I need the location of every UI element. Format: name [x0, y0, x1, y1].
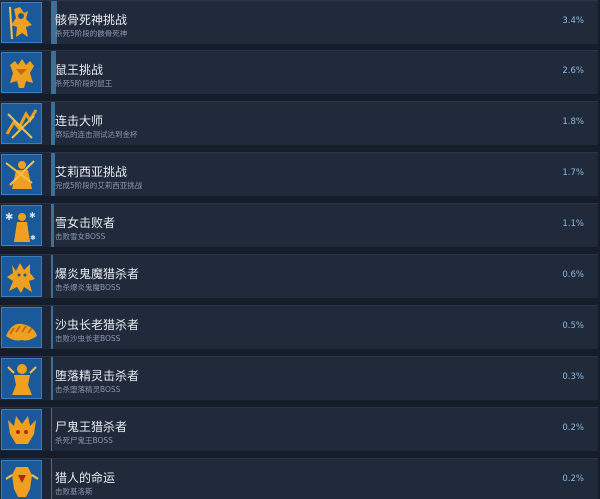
achievement-title: 艾莉西亚挑战 [55, 165, 128, 179]
progress-fill [51, 357, 53, 400]
achievement-row[interactable]: 堕落精灵击杀者 击杀堕落精灵BOSS 0.3% [0, 356, 598, 400]
alicia-icon [1, 154, 42, 195]
achievement-percent: 0.6% [562, 270, 584, 280]
achievement-row[interactable]: 连击大师 祭坛的连击测试达到金杯 1.8% [0, 101, 598, 145]
achievement-list: 骸骨死神挑战 杀死5阶段的骸骨死神 3.4% 鼠王挑战 杀死5阶段的鼠王 2.6… [0, 0, 600, 499]
achievement-row[interactable]: ✱ ✱ ✱ 雪女击败者 击败雪女BOSS 1.1% [0, 203, 598, 247]
progress-fill [51, 255, 53, 298]
progress-fill [51, 204, 54, 247]
achievement-description: 完成5阶段的艾莉西亚挑战 [55, 181, 143, 190]
achievement-percent: 2.6% [562, 66, 584, 76]
achievement-description: 杀死尸鬼王BOSS [55, 436, 113, 445]
achievement-percent: 1.8% [562, 117, 584, 127]
progress-fill [51, 408, 52, 451]
achievement-description: 祭坛的连击测试达到金杯 [55, 130, 138, 139]
progress-bar [51, 459, 597, 499]
achievement-percent: 3.4% [562, 16, 584, 26]
flame-demon-icon [1, 256, 42, 297]
progress-bar [51, 51, 597, 94]
achievement-percent: 1.1% [562, 219, 584, 229]
achievement-title: 雪女击败者 [55, 216, 116, 230]
achievement-row[interactable]: 猎人的命运 击败基洛斯 0.2% [0, 458, 598, 499]
achievement-description: 杀死5阶段的骸骨死神 [55, 29, 128, 38]
progress-bar [51, 204, 597, 247]
achievement-title: 骸骨死神挑战 [55, 13, 128, 27]
svg-text:✱: ✱ [29, 211, 36, 220]
achievement-title: 堕落精灵击杀者 [55, 369, 140, 383]
achievement-description: 击杀爆炎鬼魔BOSS [55, 283, 121, 292]
rat-king-icon [1, 52, 42, 93]
snow-maiden-icon: ✱ ✱ ✱ [1, 205, 42, 246]
sandworm-icon [1, 307, 42, 348]
achievement-title: 猎人的命运 [55, 471, 116, 485]
svg-text:✱: ✱ [5, 212, 13, 223]
svg-text:✱: ✱ [30, 234, 36, 242]
achievement-title: 尸鬼王猎杀者 [55, 420, 128, 434]
ghoul-king-icon [1, 409, 42, 450]
achievement-title: 沙虫长老猎杀者 [55, 318, 140, 332]
achievement-row[interactable]: 尸鬼王猎杀者 杀死尸鬼王BOSS 0.2% [0, 407, 598, 451]
achievement-title: 鼠王挑战 [55, 63, 104, 77]
achievement-description: 击杀堕落精灵BOSS [55, 385, 121, 394]
achievement-row[interactable]: 鼠王挑战 杀死5阶段的鼠王 2.6% [0, 50, 598, 94]
achievement-description: 杀死5阶段的鼠王 [55, 79, 113, 88]
progress-bar [51, 1, 597, 44]
skeleton-reaper-icon [1, 2, 42, 43]
achievement-row[interactable]: 爆炎鬼魔猎杀者 击杀爆炎鬼魔BOSS 0.6% [0, 254, 598, 298]
progress-fill [51, 459, 52, 499]
achievement-percent: 0.2% [562, 474, 584, 484]
achievement-description: 击败基洛斯 [55, 487, 93, 496]
fallen-elf-icon [1, 358, 42, 399]
achievement-percent: 0.3% [562, 372, 584, 382]
progress-fill [51, 306, 53, 349]
achievement-percent: 1.7% [562, 168, 584, 178]
combo-master-icon [1, 103, 42, 144]
achievement-row[interactable]: 艾莉西亚挑战 完成5阶段的艾莉西亚挑战 1.7% [0, 152, 598, 196]
achievement-row[interactable]: 沙虫长老猎杀者 击败沙虫长老BOSS 0.5% [0, 305, 598, 349]
achievement-description: 击败沙虫长老BOSS [55, 334, 121, 343]
achievement-description: 击败雪女BOSS [55, 232, 106, 241]
achievement-row[interactable]: 骸骨死神挑战 杀死5阶段的骸骨死神 3.4% [0, 0, 598, 44]
achievement-title: 连击大师 [55, 114, 104, 128]
achievement-percent: 0.2% [562, 423, 584, 433]
hunter-fate-icon [1, 460, 42, 499]
progress-bar [51, 408, 597, 451]
achievement-percent: 0.5% [562, 321, 584, 331]
achievement-title: 爆炎鬼魔猎杀者 [55, 267, 140, 281]
